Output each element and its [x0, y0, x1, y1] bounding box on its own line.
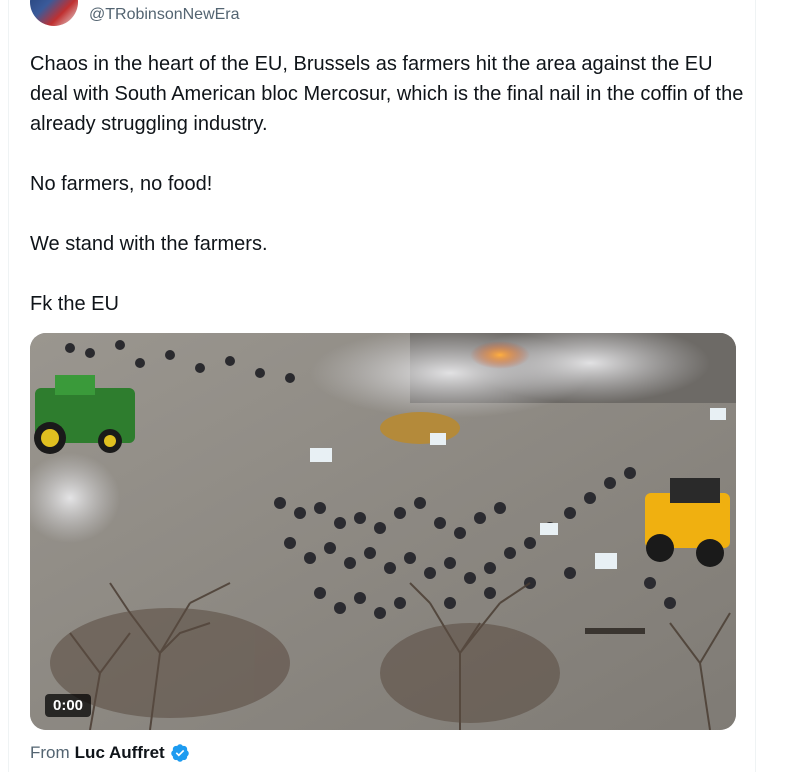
- tweet-card: @TRobinsonNewEra Chaos in the heart of t…: [0, 0, 786, 772]
- attribution-author[interactable]: Luc Auffret: [75, 743, 165, 763]
- attribution-prefix: From: [30, 743, 70, 762]
- avatar[interactable]: [30, 0, 78, 26]
- video-attribution: From Luc Auffret: [30, 743, 190, 763]
- video-timestamp: 0:00: [45, 694, 92, 717]
- tweet-paragraph: No farmers, no food!: [30, 173, 213, 195]
- card-border-right: [755, 0, 756, 772]
- card-border-left: [8, 0, 9, 772]
- tweet-text: Chaos in the heart of the EU, Brussels a…: [30, 49, 750, 319]
- tweet-paragraph: We stand with the farmers.: [30, 233, 268, 255]
- video-player[interactable]: 0:00: [30, 333, 736, 730]
- verified-badge-icon: [170, 744, 189, 762]
- user-handle[interactable]: @TRobinsonNewEra: [89, 6, 240, 24]
- tweet-paragraph: Fk the EU: [30, 293, 119, 315]
- tweet-paragraph: Chaos in the heart of the EU, Brussels a…: [30, 53, 744, 135]
- video-frame: [30, 333, 736, 730]
